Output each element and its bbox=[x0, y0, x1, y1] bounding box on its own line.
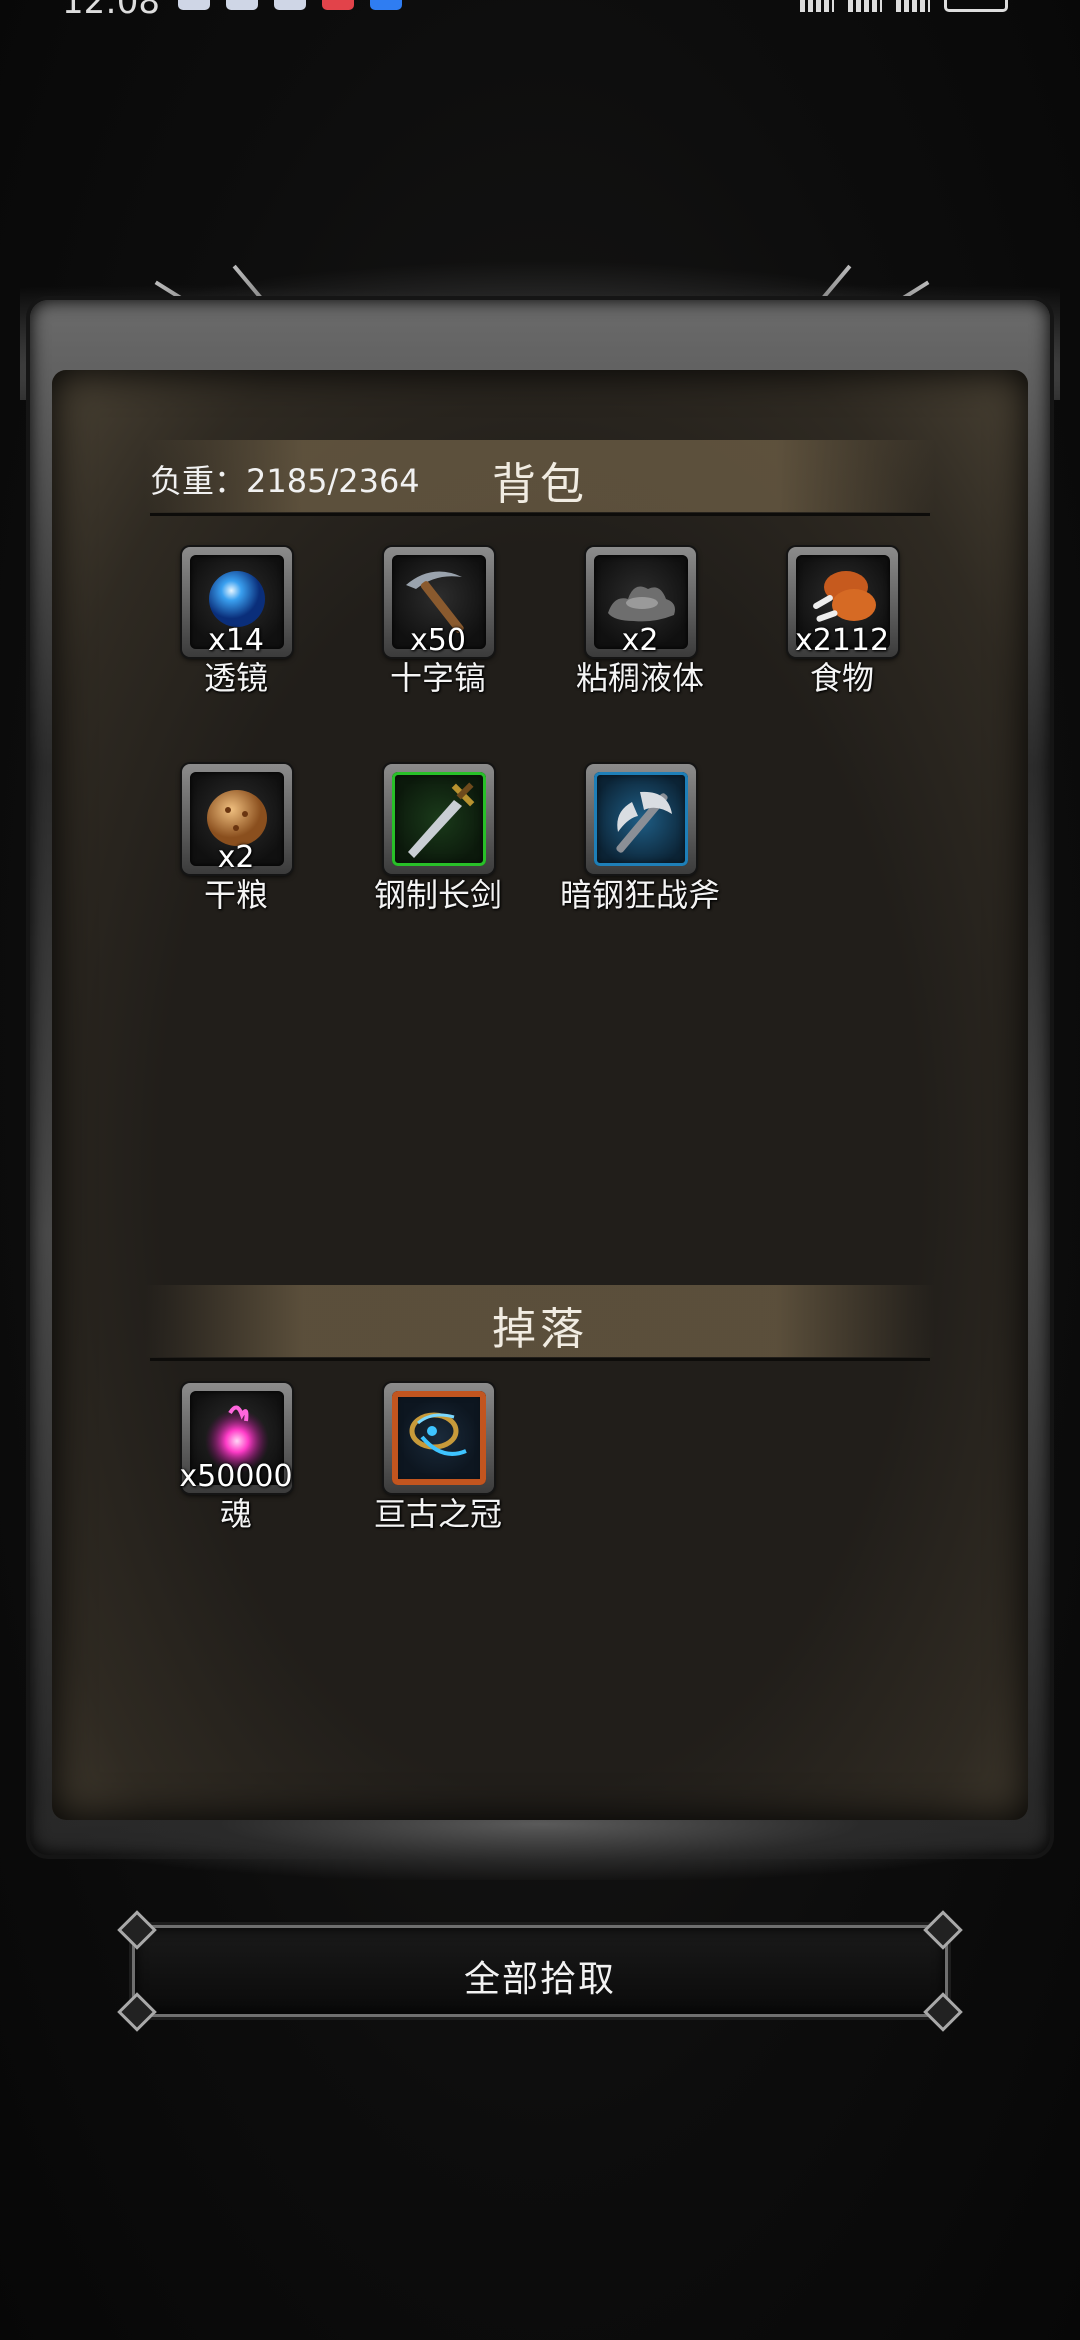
header-divider bbox=[150, 1358, 930, 1361]
drop-item[interactable]: x50000 魂 bbox=[166, 1383, 306, 1533]
item-name: 粘稠液体 bbox=[575, 659, 704, 697]
pick-all-label: 全部拾取 bbox=[463, 1959, 616, 2000]
backpack-header: 负重：2185/2364 背包 bbox=[145, 440, 935, 520]
item-slot bbox=[384, 1383, 494, 1493]
notification-icon bbox=[370, 0, 402, 10]
button-corner-ornament bbox=[923, 1910, 963, 1950]
item-slot bbox=[384, 764, 494, 874]
item-name: 透镜 bbox=[203, 659, 268, 697]
backpack-item[interactable]: x50 十字镐 bbox=[368, 547, 508, 697]
backpack-item[interactable]: 钢制长剑 bbox=[368, 764, 508, 914]
pick-all-button[interactable]: 全部拾取 bbox=[117, 1910, 963, 2032]
backpack-item[interactable]: 暗钢狂战斧 bbox=[560, 764, 720, 914]
backpack-item[interactable]: x14 透镜 bbox=[166, 547, 306, 697]
notification-icon bbox=[178, 0, 210, 10]
steel-longsword-icon bbox=[408, 782, 475, 858]
item-name: 食物 bbox=[809, 659, 874, 697]
status-bar: 12:08 bbox=[0, 0, 1080, 22]
screen: 12:08 负重：2185/2364 背包 x14 透镜 x50 十字镐 x2 … bbox=[0, 0, 1080, 2340]
backpack-item[interactable]: x2 粘稠液体 bbox=[570, 547, 710, 697]
item-name: 钢制长剑 bbox=[373, 876, 502, 914]
ancient-crown-icon bbox=[409, 1412, 467, 1456]
wifi-icon bbox=[800, 0, 834, 12]
status-indicators bbox=[800, 0, 1008, 12]
item-slot bbox=[586, 764, 696, 874]
button-corner-ornament bbox=[117, 1910, 157, 1950]
battery-icon bbox=[944, 0, 1008, 12]
backpack-title: 背包 bbox=[492, 459, 588, 510]
drop-item[interactable]: 亘古之冠 bbox=[368, 1383, 508, 1533]
signal-icon bbox=[848, 0, 882, 12]
notification-icon bbox=[322, 0, 354, 10]
header-divider bbox=[150, 513, 930, 516]
drops-title: 掉落 bbox=[492, 1304, 588, 1355]
notification-icons bbox=[178, 0, 402, 10]
drops-header: 掉落 bbox=[145, 1285, 935, 1365]
item-name: 暗钢狂战斧 bbox=[559, 876, 720, 914]
backpack-item[interactable]: x2112 食物 bbox=[772, 547, 912, 697]
signal-icon bbox=[896, 0, 930, 12]
item-name: 魂 bbox=[219, 1495, 252, 1533]
berserker-axe-icon bbox=[616, 791, 672, 853]
status-time: 12:08 bbox=[62, 0, 160, 22]
item-name: 干粮 bbox=[203, 876, 268, 914]
item-name: 十字镐 bbox=[389, 659, 486, 697]
notification-icon bbox=[274, 0, 306, 10]
notification-icon bbox=[226, 0, 258, 10]
item-name: 亘古之冠 bbox=[373, 1495, 502, 1533]
backpack-item[interactable]: x2 干粮 bbox=[166, 764, 306, 914]
